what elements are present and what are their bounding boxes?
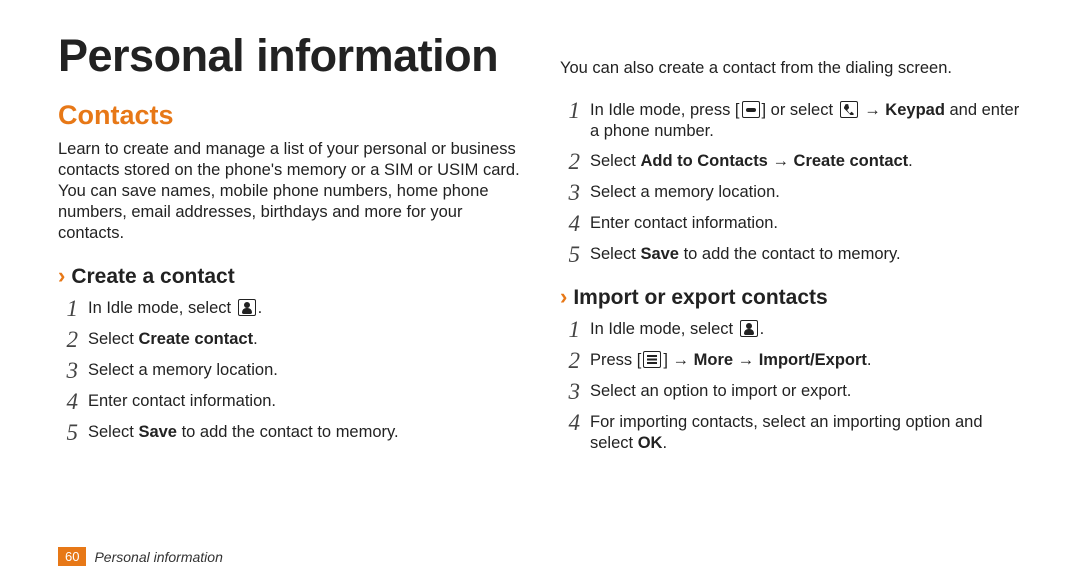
step-number: 5: [560, 241, 580, 266]
step-number: 1: [58, 295, 78, 320]
step-item: 1 In Idle mode, press [] or select → Key…: [560, 97, 1022, 142]
step-item: 5 Select Save to add the contact to memo…: [560, 241, 1022, 266]
step-number: 2: [560, 148, 580, 173]
chevron-right-icon: ›: [560, 284, 567, 309]
step-item: 1 In Idle mode, select .: [58, 295, 520, 320]
step-number: 3: [560, 179, 580, 204]
step-number: 1: [560, 316, 580, 341]
step-number: 5: [58, 419, 78, 444]
step-number: 2: [560, 347, 580, 372]
contacts-icon: [238, 299, 256, 316]
subheading-create-contact: › Create a contact: [58, 263, 520, 289]
step-item: 4 For importing contacts, select an impo…: [560, 409, 1022, 454]
step-item: 2 Select Add to Contacts → Create contac…: [560, 148, 1022, 173]
step-number: 4: [560, 210, 580, 235]
step-text: Select a memory location.: [590, 179, 780, 203]
step-item: 1 In Idle mode, select .: [560, 316, 1022, 341]
phone-icon: [840, 101, 858, 118]
page-title: Personal information: [58, 30, 520, 82]
step-text: Enter contact information.: [590, 210, 778, 234]
step-text: In Idle mode, select .: [590, 316, 764, 340]
step-item: 4 Enter contact information.: [560, 210, 1022, 235]
footer-section-name: Personal information: [94, 549, 222, 565]
subheading-import-export: › Import or export contacts: [560, 284, 1022, 310]
intro-paragraph: Learn to create and manage a list of you…: [58, 139, 520, 245]
step-text: Select an option to import or export.: [590, 378, 851, 402]
step-text: Enter contact information.: [88, 388, 276, 412]
section-heading-contacts: Contacts: [58, 100, 520, 131]
dialing-intro: You can also create a contact from the d…: [560, 58, 1022, 79]
chevron-right-icon: ›: [58, 263, 65, 288]
step-text: In Idle mode, select .: [88, 295, 262, 319]
step-item: 3 Select a memory location.: [58, 357, 520, 382]
page-footer: 60 Personal information: [58, 547, 223, 566]
step-number: 1: [560, 97, 580, 122]
step-number: 2: [58, 326, 78, 351]
step-item: 3 Select a memory location.: [560, 179, 1022, 204]
menu-key-icon: [643, 351, 661, 368]
step-number: 3: [560, 378, 580, 403]
step-text: Select Save to add the contact to memory…: [590, 241, 901, 265]
step-text: Press [] → More → Import/Export.: [590, 347, 871, 371]
step-item: 2 Select Create contact.: [58, 326, 520, 351]
manual-page: Personal information Contacts Learn to c…: [0, 0, 1080, 586]
page-number: 60: [58, 547, 86, 566]
step-text: Select a memory location.: [88, 357, 278, 381]
step-text: Select Add to Contacts → Create contact.: [590, 148, 913, 172]
step-item: 5 Select Save to add the contact to memo…: [58, 419, 520, 444]
step-item: 4 Enter contact information.: [58, 388, 520, 413]
right-column: You can also create a contact from the d…: [560, 30, 1022, 461]
step-text: Select Save to add the contact to memory…: [88, 419, 399, 443]
step-number: 3: [58, 357, 78, 382]
call-key-icon: [742, 101, 760, 118]
subheading-text: Import or export contacts: [573, 286, 827, 309]
left-column: Personal information Contacts Learn to c…: [58, 30, 520, 461]
step-item: 2 Press [] → More → Import/Export.: [560, 347, 1022, 372]
contacts-icon: [740, 320, 758, 337]
step-text: Select Create contact.: [88, 326, 258, 350]
step-text: For importing contacts, select an import…: [590, 409, 1022, 454]
step-text: In Idle mode, press [] or select → Keypa…: [590, 97, 1022, 142]
step-number: 4: [560, 409, 580, 434]
step-item: 3 Select an option to import or export.: [560, 378, 1022, 403]
import-export-steps: 1 In Idle mode, select . 2 Press [] → Mo…: [560, 316, 1022, 454]
create-contact-steps: 1 In Idle mode, select . 2 Select Create…: [58, 295, 520, 444]
dialing-steps: 1 In Idle mode, press [] or select → Key…: [560, 97, 1022, 266]
two-column-layout: Personal information Contacts Learn to c…: [58, 30, 1022, 461]
subheading-text: Create a contact: [71, 265, 234, 288]
step-number: 4: [58, 388, 78, 413]
